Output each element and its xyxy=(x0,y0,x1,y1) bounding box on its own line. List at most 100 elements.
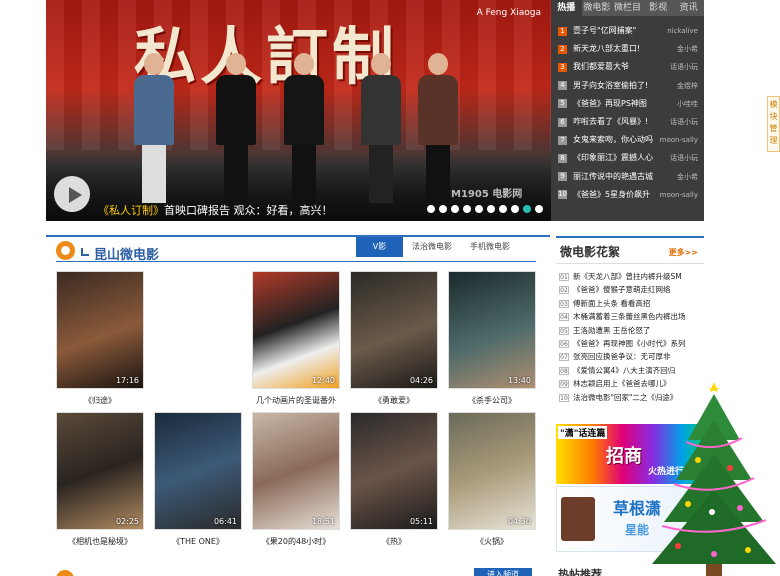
rank-author[interactable]: 金小希 xyxy=(677,168,698,186)
video-thumbnail[interactable]: 17:16 xyxy=(56,271,144,389)
video-title[interactable]: 《相机也是秘境》 xyxy=(50,536,150,547)
video-title[interactable]: 《THE ONE》 xyxy=(148,536,248,547)
ranking-item[interactable]: 1 壹子号"亿网捕案" nickalive xyxy=(551,22,704,40)
video-thumbnail[interactable]: 02:25 xyxy=(56,412,144,530)
video-thumbnail[interactable]: 12:40 xyxy=(252,271,340,389)
hero-person xyxy=(418,53,458,203)
hero-caption-link[interactable]: 《私人订制》 xyxy=(98,204,164,217)
rank-author[interactable]: 话语小玩 xyxy=(670,149,698,167)
video-thumbnail[interactable]: 04:26 xyxy=(350,271,438,389)
slide-dot[interactable] xyxy=(427,205,435,213)
video-title[interactable]: 《果20的48小时》 xyxy=(246,536,346,547)
ranking-tab[interactable]: 微电影 xyxy=(582,0,613,16)
hero-caption[interactable]: 《私人订制》首映口碑报告 观众：好看，高兴！ xyxy=(98,202,333,218)
highlight-text[interactable]: 傅新面上头条 看看高招 xyxy=(573,299,650,308)
side-float-tab[interactable]: 模块管理 xyxy=(767,96,780,152)
highlight-item[interactable]: 05 王洛勋遭黑 王岳伦怒了 xyxy=(556,324,704,337)
rank-author[interactable]: 话语小玩 xyxy=(670,113,698,131)
slide-dot[interactable] xyxy=(475,205,483,213)
rank-author[interactable]: 金小希 xyxy=(677,40,698,58)
rank-title[interactable]: 新天龙八部太重口! xyxy=(573,40,663,58)
section-tab[interactable]: V影 xyxy=(356,237,403,257)
rank-title[interactable]: 丽江传说中的艳遇古城 xyxy=(573,168,663,186)
highlight-item[interactable]: 01 新《天龙八部》曾拄内裤升级SM xyxy=(556,270,704,283)
section-tab[interactable]: 法治微电影 xyxy=(403,237,461,257)
hero-credit: A Feng Xiaoga xyxy=(476,8,541,18)
rank-author[interactable]: moon-sally xyxy=(660,186,698,204)
section-tab[interactable]: 手机微电影 xyxy=(461,237,519,257)
highlight-text[interactable]: 《爱情公寓4》八大主演齐回归 xyxy=(573,366,675,375)
highlight-text[interactable]: 《爸爸》再现神图《小时代》系列 xyxy=(573,339,686,348)
film-strip-icon xyxy=(561,497,595,541)
more-link[interactable]: 更多>> xyxy=(669,247,698,258)
highlight-text[interactable]: 《爸爸》傻猴子意萌走红网络 xyxy=(573,285,671,294)
highlight-item[interactable]: 07 张亮回应换爸争议：无可厚非 xyxy=(556,350,704,363)
rank-title[interactable]: 咋啦去看了《风暴》! xyxy=(573,113,663,131)
slide-dot[interactable] xyxy=(451,205,459,213)
slide-dot[interactable] xyxy=(499,205,507,213)
ranking-tab[interactable]: 微栏目 xyxy=(612,0,643,16)
section-header: 昆山微电影 V影 法治微电影 手机微电影 xyxy=(46,237,550,267)
rank-title[interactable]: 《爸爸》5星身价飙升 xyxy=(573,186,663,204)
rank-author[interactable]: 话语小玩 xyxy=(670,58,698,76)
highlight-text[interactable]: 张亮回应换爸争议：无可厚非 xyxy=(573,352,671,361)
hero-person xyxy=(134,53,174,203)
video-thumbnail[interactable]: 05:11 xyxy=(350,412,438,530)
slide-dot[interactable] xyxy=(523,205,531,213)
highlight-item[interactable]: 03 傅新面上头条 看看高招 xyxy=(556,297,704,310)
ranking-item[interactable]: 2 新天龙八部太重口! 金小希 xyxy=(551,40,704,58)
video-thumbnail[interactable]: 06:41 xyxy=(154,412,242,530)
highlight-number: 06 xyxy=(559,339,569,348)
video-title[interactable]: 几个动画片的圣诞番外 xyxy=(246,395,346,406)
video-title[interactable]: 《归途》 xyxy=(50,395,150,406)
highlights-header: 微电影花絮 更多>> xyxy=(556,236,704,264)
rank-author[interactable]: nickalive xyxy=(667,22,698,40)
rank-title[interactable]: 男子向女浴室偷拍了! xyxy=(573,77,663,95)
ranking-item[interactable]: 5 《爸爸》再现PS神图 小哇哇 xyxy=(551,95,704,113)
hero-banner[interactable]: 私人訂制 A Feng Xiaoga M1905 电影网 《私人订制》首映口碑报… xyxy=(46,0,551,221)
rank-title[interactable]: 壹子号"亿网捕案" xyxy=(573,22,663,40)
video-title[interactable]: 《勇敢爱》 xyxy=(344,395,444,406)
ranking-tab[interactable]: 资讯 xyxy=(673,0,704,16)
ranking-item[interactable]: 4 男子向女浴室偷拍了! 金煜梓 xyxy=(551,77,704,95)
video-title[interactable]: 《杀手公司》 xyxy=(442,395,542,406)
ranking-item[interactable]: 3 我们都爱葛大爷 话语小玩 xyxy=(551,58,704,76)
rank-number: 5 xyxy=(558,99,567,109)
slide-dot[interactable] xyxy=(511,205,519,213)
ranking-tab[interactable]: 影视 xyxy=(643,0,674,16)
video-thumbnail[interactable]: 18:51 xyxy=(252,412,340,530)
rank-author[interactable]: 金煜梓 xyxy=(677,77,698,95)
ranking-item[interactable]: 10 《爸爸》5星身价飙升 moon-sally xyxy=(551,186,704,204)
highlight-item[interactable]: 08 《爱情公寓4》八大主演齐回归 xyxy=(556,364,704,377)
video-thumbnail[interactable]: 13:40 xyxy=(448,271,536,389)
rank-author[interactable]: 小哇哇 xyxy=(677,95,698,113)
rank-title[interactable]: 我们都爱葛大爷 xyxy=(573,58,663,76)
ranking-item[interactable]: 6 咋啦去看了《风暴》! 话语小玩 xyxy=(551,113,704,131)
highlight-text[interactable]: 王洛勋遭黑 王岳伦怒了 xyxy=(573,326,650,335)
video-title[interactable]: 《火锅》 xyxy=(442,536,542,547)
highlight-item[interactable]: 06 《爸爸》再现神图《小时代》系列 xyxy=(556,337,704,350)
slide-dot[interactable] xyxy=(463,205,471,213)
ranking-list: 1 壹子号"亿网捕案" nickalive 2 新天龙八部太重口! 金小希 3 我们都爱葛大爷… xyxy=(551,16,704,204)
slide-dot[interactable] xyxy=(535,205,543,213)
rank-title[interactable]: 《印象丽江》震撼人心 xyxy=(573,149,663,167)
highlight-text[interactable]: 新《天龙八部》曾拄内裤升级SM xyxy=(573,272,682,281)
rank-author[interactable]: moon-sally xyxy=(660,131,698,149)
slide-dot[interactable] xyxy=(487,205,495,213)
ranking-item[interactable]: 9 丽江传说中的艳遇古城 金小希 xyxy=(551,168,704,186)
ranking-item[interactable]: 7 女鬼来索吻，你心动吗 moon-sally xyxy=(551,131,704,149)
rank-title[interactable]: 女鬼来索吻，你心动吗 xyxy=(573,131,663,149)
highlight-item[interactable]: 04 木桶满蓄着三条蕾丝黑色内裤出场 xyxy=(556,310,704,323)
ranking-tab[interactable]: 热播 xyxy=(551,0,582,16)
video-thumbnail[interactable]: 04:30 xyxy=(448,412,536,530)
highlight-text[interactable]: 木桶满蓄着三条蕾丝黑色内裤出场 xyxy=(573,312,686,321)
rank-title[interactable]: 《爸爸》再现PS神图 xyxy=(573,95,663,113)
video-title[interactable]: 《热》 xyxy=(344,536,444,547)
ranking-item[interactable]: 8 《印象丽江》震撼人心 话语小玩 xyxy=(551,149,704,167)
play-button[interactable] xyxy=(54,176,90,212)
enter-channel-button[interactable]: 进入频道 xyxy=(474,568,532,576)
highlight-number: 04 xyxy=(559,313,569,322)
slide-dot[interactable] xyxy=(439,205,447,213)
highlight-item[interactable]: 02 《爸爸》傻猴子意萌走红网络 xyxy=(556,283,704,296)
rank-number: 2 xyxy=(558,44,567,54)
